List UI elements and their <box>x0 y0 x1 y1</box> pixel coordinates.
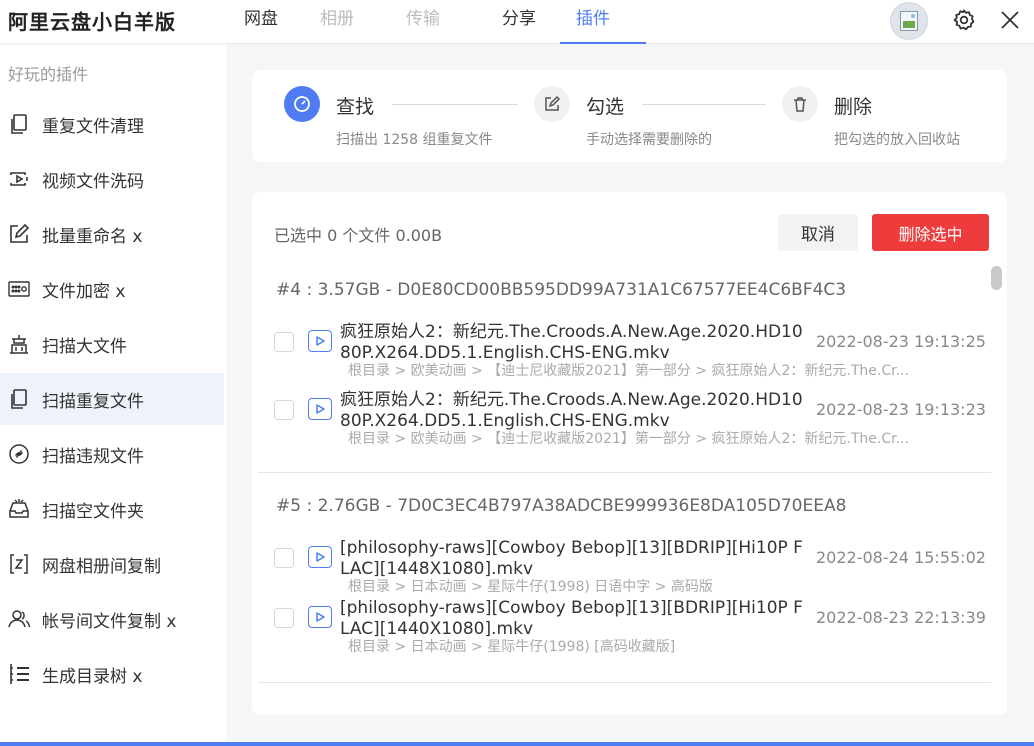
sidebar-item-label: 批量重命名 x <box>42 226 143 247</box>
sidebar-item-batch-rename[interactable]: 批量重命名 x <box>0 208 224 260</box>
file-path: 根目录 > 欧美动画 > 【迪士尼收藏版2021】第一部分 > 疯狂原始人2：新… <box>348 363 909 379</box>
sidebar-item-scan-violation[interactable]: 扫描违规文件 <box>0 428 224 480</box>
edit-icon <box>545 95 561 111</box>
sidebar-item-scan-duplicate[interactable]: 扫描重复文件 <box>0 373 224 425</box>
video-file-icon <box>308 606 332 628</box>
sidebar-item-label: 重复文件清理 <box>42 116 144 137</box>
bottom-accent-strip <box>0 742 1034 746</box>
sidebar-item-file-encrypt[interactable]: 文件加密 x <box>0 263 224 315</box>
video-file-icon <box>308 546 332 568</box>
sidebar-item-label: 帐号间文件复制 x <box>42 611 177 632</box>
trash-icon <box>794 97 806 112</box>
sidebar-item-label: 扫描空文件夹 <box>42 501 144 522</box>
file-row[interactable]: [philosophy-raws][Cowboy Bebop][13][BDRI… <box>258 594 991 660</box>
video-icon <box>8 168 30 190</box>
timer-icon <box>294 96 310 112</box>
selected-info: 已选中 0 个文件 0.00B <box>274 226 443 245</box>
group-header: #5 : 2.76GB - 7D0C3EC4B797A38ADCBE999936… <box>276 496 847 516</box>
video-file-icon <box>308 330 332 352</box>
sidebar-item-scan-large[interactable]: 扫描大文件 <box>0 318 224 370</box>
file-checkbox[interactable] <box>274 548 294 568</box>
file-name[interactable]: 疯狂原始人2：新纪元.The.Croods.A.New.Age.2020.HD1… <box>340 322 810 364</box>
top-bar: 阿里云盘小白羊版 网盘 相册 传输 分享 插件 <box>0 0 1034 44</box>
step-find-title: 查找 <box>336 96 375 118</box>
step-find-icon <box>284 86 320 122</box>
tree-icon <box>8 663 30 685</box>
file-date: 2022-08-23 19:13:25 <box>816 332 986 351</box>
copy-icon <box>8 388 30 410</box>
app-title: 阿里云盘小白羊版 <box>8 10 176 34</box>
users-icon <box>8 608 30 630</box>
file-path: 根目录 > 欧美动画 > 【迪士尼收藏版2021】第一部分 > 疯狂原始人2：新… <box>348 431 909 447</box>
tab-share[interactable]: 分享 <box>488 0 560 44</box>
sidebar-heading: 好玩的插件 <box>8 65 89 84</box>
building-icon <box>8 333 30 355</box>
tray-icon <box>8 498 30 520</box>
duplicate-groups-scroll[interactable]: #4 : 3.57GB - D0E80CD00BB595DD99A731A1C6… <box>258 266 991 715</box>
file-name[interactable]: [philosophy-raws][Cowboy Bebop][13][BDRI… <box>340 598 810 640</box>
sidebar-item-label: 视频文件洗码 <box>42 171 144 192</box>
sidebar-item-label: 扫描重复文件 <box>42 391 144 412</box>
sidebar-item-label: 文件加密 x <box>42 281 126 302</box>
sidebar-item-account-copy[interactable]: 帐号间文件复制 x <box>0 593 224 645</box>
sidebar-item-label: 网盘相册间复制 <box>42 556 161 577</box>
file-checkbox[interactable] <box>274 608 294 628</box>
step-select-title: 勾选 <box>586 96 625 118</box>
file-row[interactable]: [philosophy-raws][Cowboy Bebop][13][BDRI… <box>258 534 991 600</box>
sidebar-item-scan-empty-folder[interactable]: 扫描空文件夹 <box>0 483 224 535</box>
sidebar-item-label: 扫描大文件 <box>42 336 127 357</box>
file-name[interactable]: [philosophy-raws][Cowboy Bebop][13][BDRI… <box>340 538 810 580</box>
step-delete-desc: 把勾选的放入回收站 <box>834 132 960 148</box>
step-delete-icon <box>782 86 818 122</box>
file-date: 2022-08-24 15:55:02 <box>816 548 986 567</box>
main-nav: 网盘 相册 传输 分享 插件 <box>226 0 646 44</box>
step-find-desc: 扫描出 1258 组重复文件 <box>336 132 493 148</box>
sidebar: 好玩的插件 重复文件清理 视频文件洗码 批量重命名 x 文件加密 x 扫描大文件 <box>0 45 226 746</box>
scrollbar-thumb[interactable] <box>991 266 1002 290</box>
tab-plugins[interactable]: 插件 <box>560 0 646 44</box>
tab-transfer[interactable]: 传输 <box>390 0 488 44</box>
gear-icon <box>953 9 975 31</box>
file-date: 2022-08-23 19:13:23 <box>816 400 986 419</box>
step-select-desc: 手动选择需要删除的 <box>586 132 712 148</box>
video-file-icon <box>308 398 332 420</box>
file-path: 根目录 > 日本动画 > 星际牛仔(1998) [高码收藏版] <box>348 639 676 655</box>
file-row[interactable]: 疯狂原始人2：新纪元.The.Croods.A.New.Age.2020.HD1… <box>258 318 991 384</box>
link-icon <box>8 443 30 465</box>
sidebar-item-dir-tree[interactable]: 生成目录树 x <box>0 648 224 700</box>
step-connector <box>392 104 518 105</box>
cancel-button[interactable]: 取消 <box>778 214 858 251</box>
broken-image-icon <box>900 11 918 31</box>
group-divider <box>258 682 991 683</box>
sidebar-item-duplicate-clean[interactable]: 重复文件清理 <box>0 98 224 150</box>
sidebar-item-label: 生成目录树 x <box>42 666 143 687</box>
group-divider <box>258 472 991 473</box>
steps-panel: 查找 扫描出 1258 组重复文件 勾选 手动选择需要删除的 删除 把勾选的放入… <box>252 70 1007 162</box>
file-path: 根目录 > 日本动画 > 星际牛仔(1998) 日语中字 > 高码版 <box>348 579 713 595</box>
file-date: 2022-08-23 22:13:39 <box>816 608 986 627</box>
close-button[interactable] <box>994 4 1026 36</box>
step-connector <box>642 104 766 105</box>
delete-selected-button[interactable]: 删除选中 <box>872 214 989 251</box>
step-select-icon <box>534 86 570 122</box>
copy-icon <box>8 113 30 135</box>
edit-icon <box>8 223 30 245</box>
keypad-icon <box>8 278 30 300</box>
group-header: #4 : 3.57GB - D0E80CD00BB595DD99A731A1C6… <box>276 280 847 300</box>
sidebar-item-label: 扫描违规文件 <box>42 446 144 467</box>
file-row[interactable]: 疯狂原始人2：新纪元.The.Croods.A.New.Age.2020.HD1… <box>258 386 991 452</box>
sidebar-item-album-copy[interactable]: 网盘相册间复制 <box>0 538 224 590</box>
album-copy-icon <box>8 553 30 575</box>
sidebar-item-video-recode[interactable]: 视频文件洗码 <box>0 153 224 205</box>
tab-drive[interactable]: 网盘 <box>226 0 302 44</box>
file-checkbox[interactable] <box>274 332 294 352</box>
avatar[interactable] <box>890 2 928 40</box>
settings-button[interactable] <box>948 4 980 36</box>
close-icon <box>1001 11 1019 29</box>
step-delete-title: 删除 <box>834 96 873 118</box>
tab-album[interactable]: 相册 <box>302 0 390 44</box>
file-name[interactable]: 疯狂原始人2：新纪元.The.Croods.A.New.Age.2020.HD1… <box>340 390 810 432</box>
duplicate-list-panel: 已选中 0 个文件 0.00B 取消 删除选中 #4 : 3.57GB - D0… <box>252 192 1007 715</box>
file-checkbox[interactable] <box>274 400 294 420</box>
